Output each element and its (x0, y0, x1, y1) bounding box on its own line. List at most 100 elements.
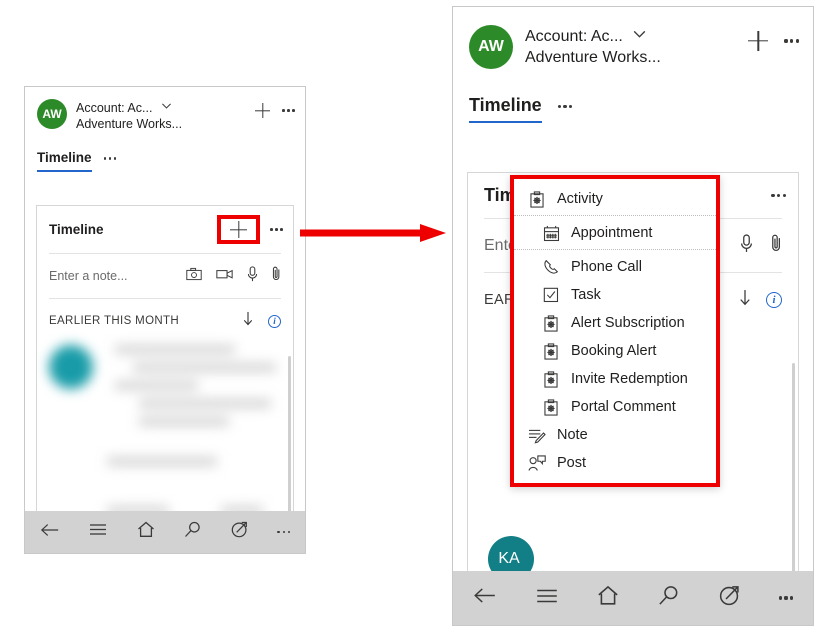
record-title-line2: Adventure Works... (525, 49, 661, 67)
menu-item-label: Booking Alert (571, 343, 657, 359)
annotation-arrow (300, 224, 446, 242)
menu-icon[interactable] (89, 523, 107, 541)
phone-icon (542, 258, 560, 276)
chevron-down-icon[interactable] (160, 99, 173, 116)
post-avatar (49, 345, 93, 389)
home-icon[interactable] (597, 585, 619, 611)
task-checkbox-icon (542, 286, 560, 304)
home-icon[interactable] (137, 521, 155, 543)
os-navbar-left (25, 511, 305, 553)
tab-overflow-ellipsis-icon[interactable] (557, 104, 573, 113)
camera-icon[interactable] (186, 267, 202, 286)
tab-timeline[interactable]: Timeline (469, 95, 542, 123)
note-input[interactable]: Enter a note... (49, 269, 128, 283)
record-title-line2: Adventure Works... (76, 117, 183, 131)
header-actions-left (255, 103, 295, 118)
calendar-icon (542, 224, 560, 242)
menu-item-phone-call[interactable]: Phone Call (514, 253, 716, 281)
avatar: AW (37, 99, 67, 129)
sort-descending-icon[interactable] (738, 289, 752, 311)
menu-item-label: Post (557, 455, 587, 471)
avatar: AW (469, 25, 513, 69)
sort-descending-icon[interactable] (242, 311, 254, 331)
menu-item-note[interactable]: Note (514, 421, 716, 449)
menu-item-label: Appointment (571, 225, 653, 241)
search-icon[interactable] (658, 585, 679, 611)
timeline-card-title: Timeline (49, 222, 104, 237)
menu-item-label: Task (571, 287, 601, 303)
activity-icon (542, 342, 560, 360)
section-actions: i (242, 311, 281, 331)
attachment-icon[interactable] (771, 233, 782, 258)
timeline-card-header-left: Timeline (37, 206, 293, 253)
left-phone-frame: AW Account: Ac... Adventure Works... Tim… (24, 86, 306, 554)
activity-icon (542, 370, 560, 388)
plus-icon[interactable] (255, 103, 270, 118)
menu-item-appointment[interactable]: Appointment (514, 219, 716, 247)
ellipsis-icon[interactable] (277, 530, 291, 534)
attachment-icon[interactable] (272, 265, 281, 287)
menu-item-label: Invite Redemption (571, 371, 688, 387)
activity-icon (528, 190, 546, 208)
record-title-line1: Account: Ac... (525, 27, 623, 45)
menu-item-label: Portal Comment (571, 399, 676, 415)
create-record-flyout-menu: Activity Appointment Phone Call Task Alert S… (510, 175, 720, 487)
post-text-block (115, 345, 276, 435)
post-secondary-line (107, 457, 217, 466)
plus-icon[interactable] (230, 221, 247, 238)
compass-icon[interactable] (719, 585, 740, 611)
microphone-icon[interactable] (247, 265, 258, 287)
info-icon[interactable]: i (766, 292, 782, 308)
menu-item-label: Phone Call (571, 259, 642, 275)
flyout-items: Activity Appointment Phone Call Task Alert S… (514, 179, 716, 483)
tab-timeline[interactable]: Timeline (37, 150, 92, 172)
menu-item-invite-redemption[interactable]: Invite Redemption (514, 365, 716, 393)
tabstrip-right: Timeline (453, 69, 813, 123)
back-icon[interactable] (40, 522, 60, 543)
menu-item-alert-subscription[interactable]: Alert Subscription (514, 309, 716, 337)
back-icon[interactable] (473, 586, 497, 610)
timeline-post-blurred (37, 341, 293, 524)
post-avatar: KA (488, 536, 534, 574)
menu-item-booking-alert[interactable]: Booking Alert (514, 337, 716, 365)
add-timeline-record-button-highlight[interactable] (217, 215, 261, 244)
ellipsis-icon[interactable] (270, 228, 283, 231)
record-header-left: AW Account: Ac... Adventure Works... (25, 87, 305, 132)
timeline-card-left: Timeline Enter a note... EARLIER THIS MO… (36, 205, 294, 553)
search-icon[interactable] (184, 521, 201, 543)
note-action-icons (186, 265, 281, 287)
ellipsis-icon[interactable] (282, 109, 295, 112)
record-header-right: AW Account: Ac... Adventure Works... (453, 7, 813, 69)
microphone-icon[interactable] (740, 233, 753, 258)
menu-item-label: Alert Subscription (571, 315, 685, 331)
ellipsis-icon[interactable] (771, 193, 786, 198)
record-title: Account: Ac... Adventure Works... (525, 25, 748, 69)
plus-icon[interactable] (748, 31, 768, 51)
menu-item-label: Note (557, 427, 588, 443)
info-icon[interactable]: i (268, 314, 281, 328)
menu-item-post[interactable]: Post (514, 449, 716, 477)
chevron-down-icon[interactable] (631, 25, 648, 48)
section-actions: i (738, 289, 782, 311)
scrollbar[interactable] (792, 363, 795, 574)
ellipsis-icon[interactable] (784, 39, 799, 43)
video-icon[interactable] (216, 267, 233, 285)
menu-icon[interactable] (536, 588, 558, 609)
note-action-icons (740, 233, 782, 258)
menu-item-task[interactable]: Task (514, 281, 716, 309)
note-entry-row-left[interactable]: Enter a note... (37, 254, 293, 298)
section-label: EARLIER THIS MONTH (49, 315, 180, 327)
record-title-line1: Account: Ac... (76, 100, 153, 115)
timeline-card-actions (771, 193, 786, 198)
timeline-card-actions (217, 215, 283, 244)
menu-item-portal-comment[interactable]: Portal Comment (514, 393, 716, 421)
header-actions-right (748, 31, 799, 51)
tab-overflow-ellipsis-icon[interactable] (103, 157, 117, 165)
menu-item-activity[interactable]: Activity (514, 185, 716, 213)
compass-icon[interactable] (231, 521, 248, 543)
record-title: Account: Ac... Adventure Works... (76, 99, 255, 132)
ellipsis-icon[interactable] (778, 596, 794, 600)
menu-divider (514, 249, 716, 251)
timeline-section-header-left: EARLIER THIS MONTH i (37, 299, 293, 341)
post-icon (528, 454, 546, 472)
